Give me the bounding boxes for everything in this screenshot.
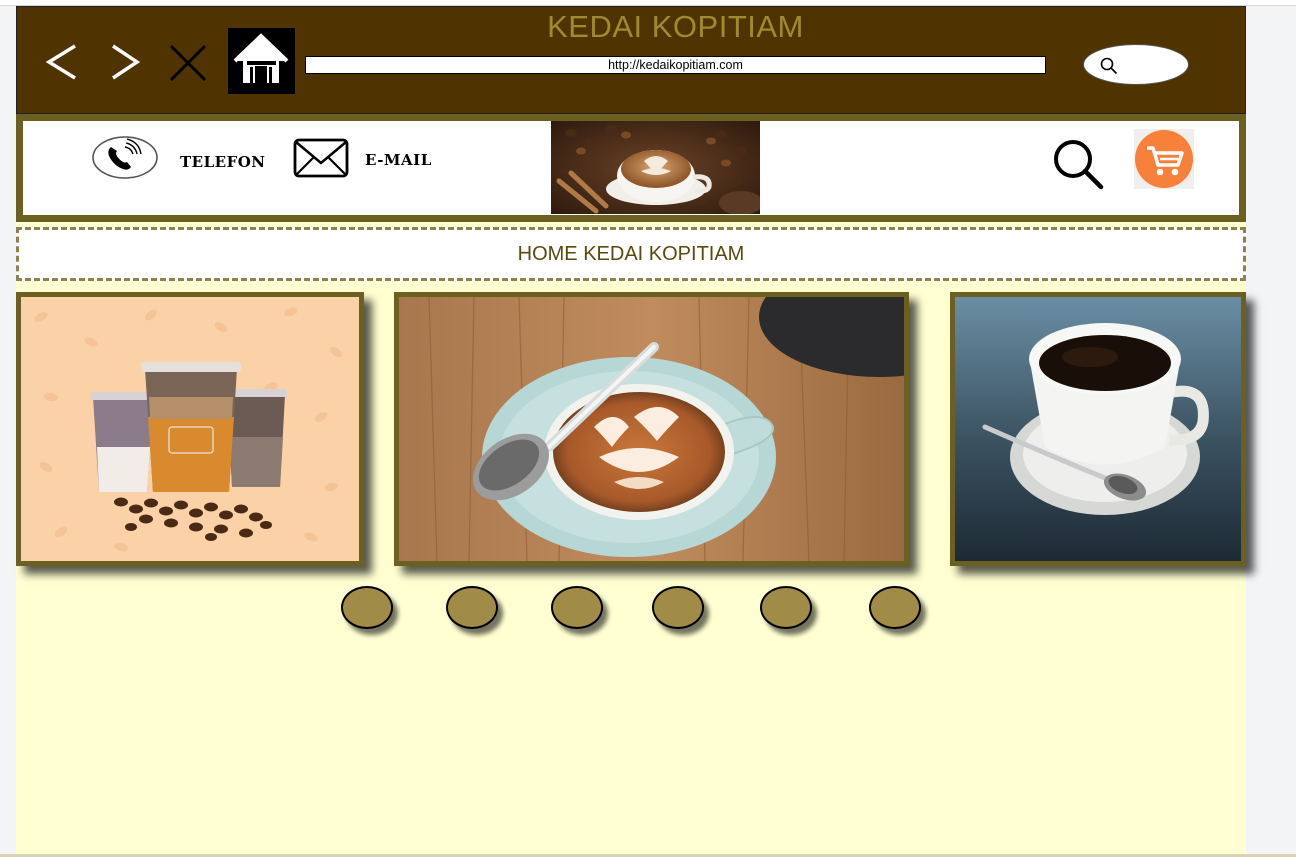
- page: KEDAI KOPITIAM http://kedaikopitiam.com …: [0, 0, 1296, 857]
- carousel-dot-6[interactable]: [869, 586, 921, 629]
- carousel-dot-4[interactable]: [652, 586, 704, 629]
- search-icon: [1054, 140, 1104, 190]
- phone-icon: [92, 136, 158, 179]
- forward-button[interactable]: [107, 43, 147, 83]
- site-canvas: KEDAI KOPITIAM http://kedaikopitiam.com …: [16, 6, 1246, 854]
- iced-coffee-photo: [21, 297, 359, 561]
- carousel-dot-5[interactable]: [760, 586, 812, 629]
- carousel-slide-black-coffee[interactable]: [950, 292, 1246, 566]
- cart-button[interactable]: [1134, 129, 1194, 189]
- coffee-photo: [551, 121, 763, 215]
- carousel-dot-3[interactable]: [551, 586, 603, 629]
- shopping-cart-icon: [1135, 130, 1193, 188]
- close-button[interactable]: [168, 43, 208, 83]
- chevron-right-icon: [112, 44, 141, 80]
- carousel-slide-latte[interactable]: [394, 292, 909, 566]
- black-coffee-photo: [955, 297, 1241, 561]
- contact-header: TELEFON E-MAIL: [16, 114, 1246, 222]
- back-button[interactable]: [43, 43, 83, 83]
- url-bar[interactable]: http://kedaikopitiam.com: [305, 56, 1046, 74]
- carousel-dot-2[interactable]: [446, 586, 498, 629]
- phone-button[interactable]: [91, 135, 159, 180]
- carousel-dot-1[interactable]: [341, 586, 393, 629]
- site-title: KEDAI KOPITIAM: [547, 9, 804, 44]
- phone-label: TELEFON: [180, 153, 266, 171]
- email-label: E-MAIL: [365, 151, 432, 169]
- chevron-left-icon: [45, 44, 76, 80]
- browser-bar: KEDAI KOPITIAM http://kedaikopitiam.com: [16, 6, 1246, 114]
- close-icon: [169, 44, 207, 82]
- envelope-icon: [293, 138, 349, 178]
- site-search-button[interactable]: [1051, 139, 1107, 191]
- latte-art-photo: [399, 297, 904, 561]
- home-button[interactable]: [228, 28, 295, 94]
- email-button[interactable]: [293, 138, 349, 180]
- breadcrumb: HOME KEDAI KOPITIAM: [16, 227, 1246, 281]
- carousel-slide-iced-coffee[interactable]: [16, 292, 364, 566]
- browser-search-button[interactable]: [1083, 44, 1189, 85]
- home-icon: [233, 33, 289, 83]
- search-icon: [1100, 57, 1118, 75]
